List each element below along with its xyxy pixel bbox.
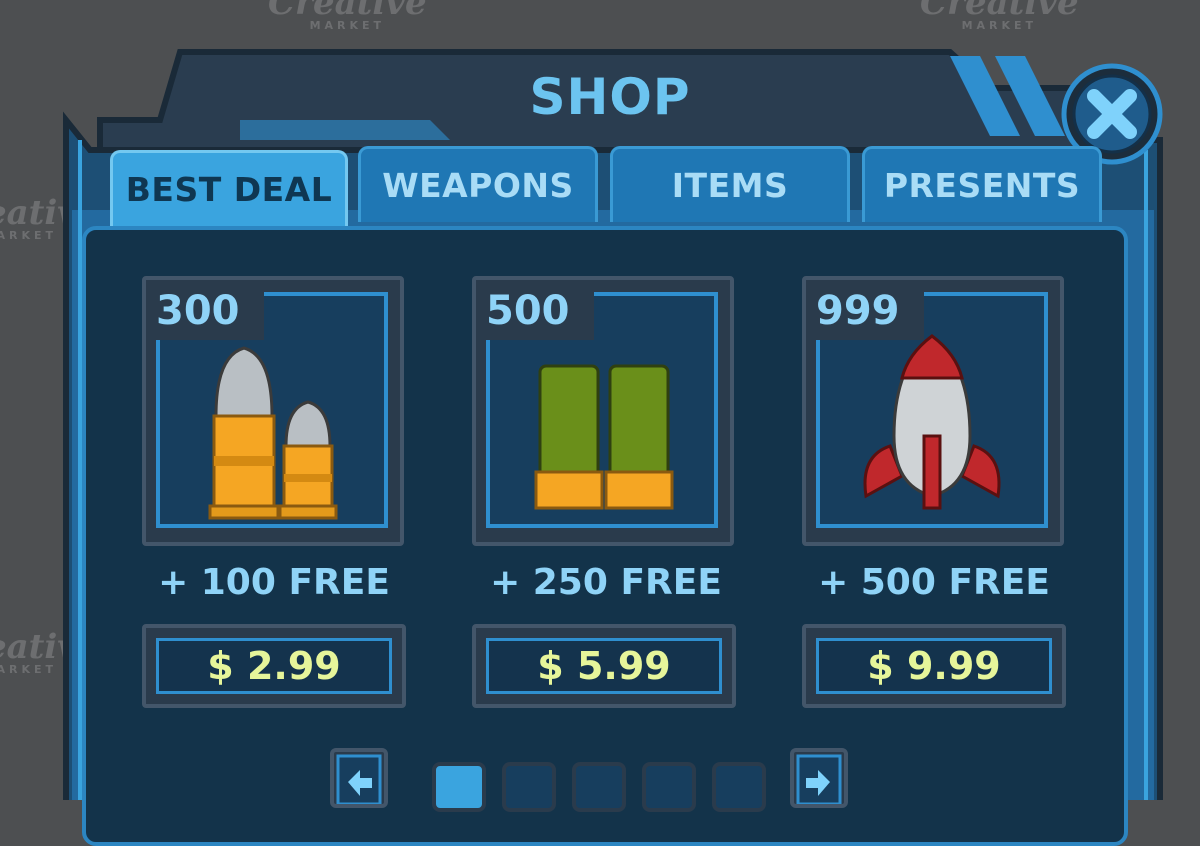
tab-label: WEAPONS [382,166,574,205]
shop-item-card[interactable]: 999 [802,276,1064,546]
item-quantity: 500 [478,282,594,340]
item-bonus: + 250 FREE [490,562,722,603]
item-bonus: + 500 FREE [818,562,1050,603]
arrow-right-icon [796,754,842,806]
next-page-button[interactable] [790,748,848,808]
tab-label: BEST DEAL [125,170,333,209]
tab-best-deal[interactable]: BEST DEAL [110,150,348,226]
tab-items[interactable]: ITEMS [610,146,850,222]
item-quantity: 300 [148,282,264,340]
price-label: $ 5.99 [486,638,722,694]
item-bonus: + 100 FREE [158,562,390,603]
tab-presents[interactable]: PRESENTS [862,146,1102,222]
page-indicator[interactable] [642,762,696,812]
tab-label: PRESENTS [883,166,1081,205]
tab-label: ITEMS [671,166,789,205]
price-label: $ 2.99 [156,638,392,694]
page-indicator-active[interactable] [432,762,486,812]
arrow-left-icon [336,754,382,806]
item-quantity: 999 [808,282,924,340]
page-indicator[interactable] [502,762,556,812]
price-button[interactable]: $ 9.99 [802,624,1066,708]
page-indicator[interactable] [712,762,766,812]
price-label: $ 9.99 [816,638,1052,694]
tab-weapons[interactable]: WEAPONS [358,146,598,222]
prev-page-button[interactable] [330,748,388,808]
price-button[interactable]: $ 2.99 [142,624,406,708]
shop-item-card[interactable]: 300 [142,276,404,546]
price-button[interactable]: $ 5.99 [472,624,736,708]
shop-title: SHOP [529,68,691,126]
shop-item-card[interactable]: 500 [472,276,734,546]
page-indicator[interactable] [572,762,626,812]
